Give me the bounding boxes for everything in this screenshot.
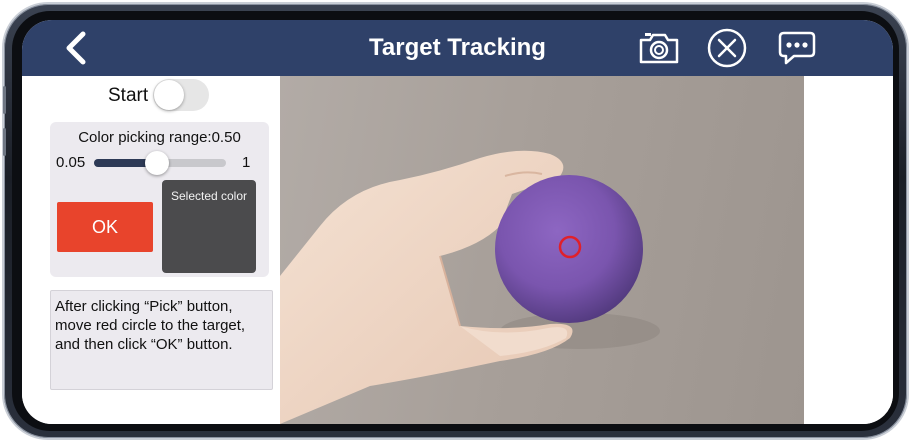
start-label: Start [108, 85, 149, 106]
toggle-knob [154, 80, 184, 110]
camera-icon [639, 33, 679, 64]
color-picking-range-label: Color picking range:0.50 [78, 129, 241, 146]
color-range-slider[interactable] [94, 151, 226, 175]
app-screen: Target Tracking Start Color picking rang… [22, 20, 893, 424]
page-title: Target Tracking [369, 34, 546, 61]
right-empty-area [804, 76, 893, 424]
side-button [3, 86, 6, 114]
back-button[interactable] [58, 28, 98, 68]
slider-thumb[interactable] [145, 151, 169, 175]
instructions-text: After clicking “Pick” button, move red c… [50, 290, 273, 390]
color-picking-card: Color picking range:0.50 0.05 1 OK Selec… [50, 122, 269, 277]
chat-bubble-icon [778, 31, 816, 65]
camera-image [280, 150, 660, 424]
selected-color-label: Selected color [170, 189, 248, 203]
start-toggle[interactable] [153, 79, 209, 111]
slider-max-label: 1 [242, 154, 251, 171]
camera-preview[interactable] [280, 76, 804, 424]
selected-color-swatch: Selected color [162, 180, 256, 273]
chevron-left-icon [66, 31, 86, 65]
camera-button[interactable] [638, 28, 680, 68]
header-bar: Target Tracking [22, 20, 893, 76]
ok-button[interactable]: OK [57, 202, 153, 252]
purple-ball [495, 175, 643, 323]
side-button [3, 128, 6, 156]
chat-button[interactable] [776, 28, 818, 68]
close-button[interactable] [706, 28, 748, 68]
close-circle-icon [707, 28, 747, 68]
slider-min-label: 0.05 [56, 154, 86, 171]
control-panel: Start Color picking range:0.50 0.05 1 OK… [22, 76, 280, 424]
